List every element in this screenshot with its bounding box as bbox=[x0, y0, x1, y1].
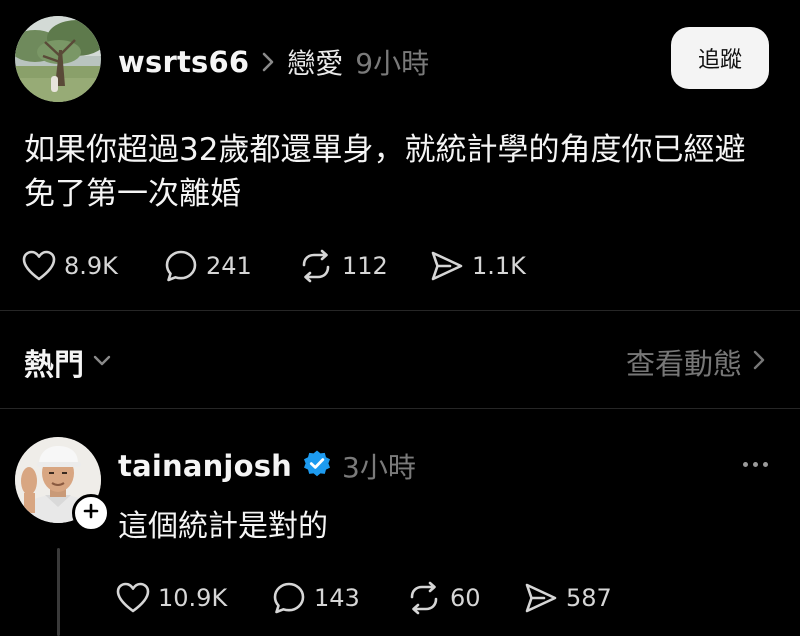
reply-text: 這個統計是對的 bbox=[118, 509, 328, 544]
more-options-button[interactable] bbox=[735, 452, 775, 476]
divider bbox=[0, 310, 800, 311]
speech-bubble-icon bbox=[164, 249, 198, 283]
reply-action-bar: 10.9K 143 60 587 bbox=[116, 578, 612, 618]
divider bbox=[0, 408, 800, 409]
view-activity-label: 查看動態 bbox=[625, 347, 742, 381]
repost-icon bbox=[406, 581, 442, 615]
reply-count: 143 bbox=[314, 584, 360, 612]
repost-icon bbox=[298, 249, 334, 283]
reply-header: tainanjosh 3小時 bbox=[118, 444, 416, 488]
reply-timestamp: 3小時 bbox=[342, 451, 416, 484]
like-count: 8.9K bbox=[64, 252, 118, 280]
post-author-avatar[interactable] bbox=[15, 16, 101, 102]
ellipsis-dot bbox=[752, 461, 758, 467]
post-author-username[interactable]: wsrts66 bbox=[118, 45, 249, 79]
ellipsis-dot bbox=[762, 461, 768, 467]
reply-author-username[interactable]: tainanjosh bbox=[118, 449, 292, 483]
follow-button[interactable]: 追蹤 bbox=[671, 27, 769, 89]
like-button[interactable]: 10.9K bbox=[116, 582, 272, 614]
repost-count: 60 bbox=[450, 584, 481, 612]
sort-label: 熱門 bbox=[24, 348, 84, 383]
share-button[interactable]: 587 bbox=[524, 582, 612, 614]
view-activity-link[interactable]: 查看動態 bbox=[626, 338, 766, 386]
chevron-right-icon bbox=[261, 51, 275, 73]
plus-icon bbox=[83, 503, 99, 523]
repost-button[interactable]: 60 bbox=[406, 581, 524, 615]
post-text: 如果你超過32歲都還單身，就統計學的角度你已經避免了第一次離婚 bbox=[24, 132, 746, 212]
post-topic-tag[interactable]: 戀愛 bbox=[287, 42, 343, 82]
verified-badge-icon bbox=[302, 449, 332, 483]
heart-icon bbox=[22, 250, 56, 282]
share-count: 587 bbox=[566, 584, 612, 612]
ellipsis-dot bbox=[742, 461, 748, 467]
chevron-right-icon bbox=[752, 349, 766, 375]
follow-plus-button[interactable] bbox=[72, 494, 110, 532]
reply-button[interactable]: 143 bbox=[272, 581, 406, 615]
post-header: wsrts66 戀愛 9小時 bbox=[118, 40, 429, 84]
post-timestamp: 9小時 bbox=[355, 47, 430, 80]
speech-bubble-icon bbox=[272, 581, 306, 615]
share-count: 1.1K bbox=[472, 252, 526, 280]
thread-line bbox=[57, 548, 60, 636]
post-action-bar: 8.9K 241 112 1.1K bbox=[22, 246, 526, 286]
send-icon bbox=[430, 250, 464, 282]
chevron-down-icon bbox=[92, 353, 112, 372]
share-button[interactable]: 1.1K bbox=[430, 250, 526, 282]
repost-count: 112 bbox=[342, 252, 388, 280]
like-count: 10.9K bbox=[158, 584, 228, 612]
reply-button[interactable]: 241 bbox=[164, 249, 298, 283]
repost-button[interactable]: 112 bbox=[298, 249, 430, 283]
send-icon bbox=[524, 582, 558, 614]
like-button[interactable]: 8.9K bbox=[22, 250, 164, 282]
reply-count: 241 bbox=[206, 252, 252, 280]
sort-dropdown[interactable]: 熱門 bbox=[24, 338, 112, 386]
heart-icon bbox=[116, 582, 150, 614]
